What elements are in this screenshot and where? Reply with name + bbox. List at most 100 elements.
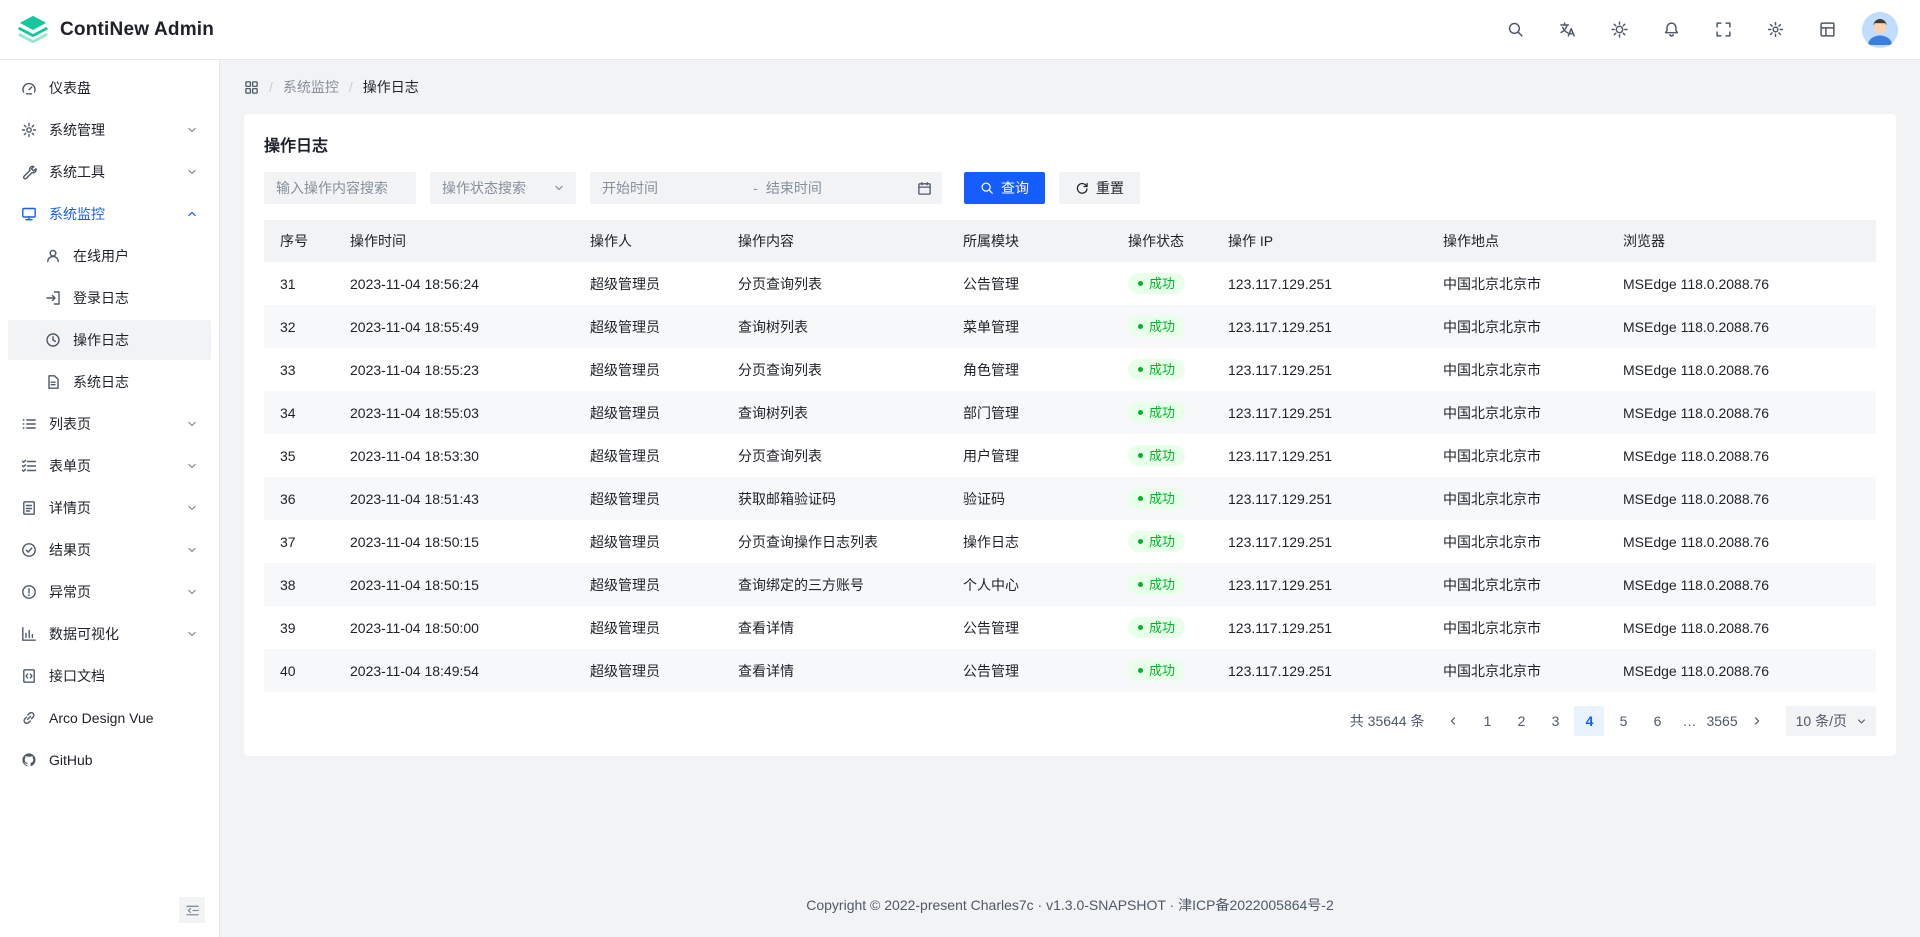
col-header-time: 操作时间 bbox=[334, 220, 574, 262]
page-button-3[interactable]: 3 bbox=[1540, 706, 1570, 736]
sidebar-item-exception-page[interactable]: 异常页 bbox=[8, 572, 211, 612]
status-badge: 成功 bbox=[1128, 617, 1185, 638]
search-button-header[interactable] bbox=[1498, 13, 1532, 47]
breadcrumb-section[interactable]: 系统监控 bbox=[283, 77, 339, 97]
cell-ip: 123.117.129.251 bbox=[1212, 434, 1427, 477]
breadcrumb-separator: / bbox=[349, 79, 353, 95]
apps-icon[interactable] bbox=[244, 80, 259, 95]
main-layout: 仪表盘 系统管理 系统工具 系统监控 在线用户 bbox=[0, 60, 1920, 937]
page-button-last[interactable]: 3565 bbox=[1706, 706, 1737, 736]
sidebar-item-dashboard[interactable]: 仪表盘 bbox=[8, 68, 211, 108]
cell-module: 部门管理 bbox=[947, 391, 1112, 434]
sidebar-item-detail-page[interactable]: 详情页 bbox=[8, 488, 211, 528]
topbar-actions bbox=[1498, 12, 1898, 48]
sidebar-item-data-visualization[interactable]: 数据可视化 bbox=[8, 614, 211, 654]
cell-location: 中国北京北京市 bbox=[1427, 262, 1607, 305]
cell-module: 操作日志 bbox=[947, 520, 1112, 563]
cell-time: 2023-11-04 18:50:15 bbox=[334, 563, 574, 606]
sidebar-item-arco-design[interactable]: Arco Design Vue bbox=[8, 698, 211, 738]
sidebar-item-system-management[interactable]: 系统管理 bbox=[8, 110, 211, 150]
theme-toggle-button[interactable] bbox=[1602, 13, 1636, 47]
collapse-sidebar-button[interactable] bbox=[179, 897, 205, 923]
status-badge: 成功 bbox=[1128, 359, 1185, 380]
page-button-6[interactable]: 6 bbox=[1642, 706, 1672, 736]
cell-operator: 超级管理员 bbox=[574, 391, 722, 434]
cell-content: 分页查询列表 bbox=[722, 348, 947, 391]
bar-chart-icon bbox=[20, 626, 37, 643]
cell-browser: MSEdge 118.0.2088.76 bbox=[1607, 520, 1876, 563]
menu-fold-icon bbox=[185, 903, 200, 918]
cell-browser: MSEdge 118.0.2088.76 bbox=[1607, 305, 1876, 348]
settings-button[interactable] bbox=[1758, 13, 1792, 47]
fullscreen-button[interactable] bbox=[1706, 13, 1740, 47]
sidebar-item-system-monitor[interactable]: 系统监控 bbox=[8, 194, 211, 234]
sidebar-item-system-log[interactable]: 系统日志 bbox=[8, 362, 211, 402]
cell-content: 查询树列表 bbox=[722, 305, 947, 348]
reset-button[interactable]: 重置 bbox=[1059, 172, 1140, 204]
sidebar-item-operation-log[interactable]: 操作日志 bbox=[8, 320, 211, 360]
cell-operator: 超级管理员 bbox=[574, 649, 722, 692]
sidebar-item-list-page[interactable]: 列表页 bbox=[8, 404, 211, 444]
user-avatar[interactable] bbox=[1862, 12, 1898, 48]
logo-icon bbox=[16, 13, 50, 47]
status-dot-icon bbox=[1138, 367, 1143, 372]
page-size-select[interactable]: 10 条/页 bbox=[1786, 706, 1876, 736]
cell-id: 40 bbox=[264, 649, 334, 692]
document-icon bbox=[20, 500, 37, 517]
cell-module: 角色管理 bbox=[947, 348, 1112, 391]
page-button-1[interactable]: 1 bbox=[1472, 706, 1502, 736]
translate-icon bbox=[1559, 21, 1576, 38]
sidebar-item-github[interactable]: GitHub bbox=[8, 740, 211, 780]
cell-id: 33 bbox=[264, 348, 334, 391]
chevron-down-icon bbox=[552, 181, 566, 195]
cell-content: 分页查询列表 bbox=[722, 262, 947, 305]
sidebar-item-online-users[interactable]: 在线用户 bbox=[8, 236, 211, 276]
prev-page-button[interactable] bbox=[1438, 706, 1468, 736]
cell-operator: 超级管理员 bbox=[574, 434, 722, 477]
sidebar-item-system-tools[interactable]: 系统工具 bbox=[8, 152, 211, 192]
cell-operator: 超级管理员 bbox=[574, 477, 722, 520]
cell-status: 成功 bbox=[1112, 649, 1212, 692]
app-title: ContiNew Admin bbox=[60, 19, 214, 41]
page-button-5[interactable]: 5 bbox=[1608, 706, 1638, 736]
cell-time: 2023-11-04 18:55:23 bbox=[334, 348, 574, 391]
cell-module: 个人中心 bbox=[947, 563, 1112, 606]
cell-location: 中国北京北京市 bbox=[1427, 305, 1607, 348]
sidebar-item-login-log[interactable]: 登录日志 bbox=[8, 278, 211, 318]
date-range-picker[interactable]: 开始时间 - 结束时间 bbox=[590, 172, 942, 204]
sun-icon bbox=[1611, 21, 1628, 38]
notifications-button[interactable] bbox=[1654, 13, 1688, 47]
list-icon bbox=[20, 416, 37, 433]
next-page-button[interactable] bbox=[1742, 706, 1772, 736]
calendar-icon bbox=[917, 181, 932, 196]
app-root: ContiNew Admin 仪表盘 系统管理 bbox=[0, 0, 1920, 937]
status-select[interactable]: 操作状态搜索 bbox=[430, 172, 576, 204]
page-button-4-active[interactable]: 4 bbox=[1574, 706, 1604, 736]
sidebar-item-api-doc[interactable]: 接口文档 bbox=[8, 656, 211, 696]
layout-grid-icon bbox=[1819, 21, 1836, 38]
cell-ip: 123.117.129.251 bbox=[1212, 649, 1427, 692]
api-doc-icon bbox=[20, 668, 37, 685]
cell-status: 成功 bbox=[1112, 391, 1212, 434]
table-row: 32 2023-11-04 18:55:49 超级管理员 查询树列表 菜单管理 … bbox=[264, 305, 1876, 348]
pagination-ellipsis[interactable]: … bbox=[1676, 713, 1702, 729]
system-monitor-submenu: 在线用户 登录日志 操作日志 系统日志 bbox=[0, 236, 219, 402]
status-dot-icon bbox=[1138, 496, 1143, 501]
search-icon bbox=[1507, 21, 1524, 38]
content-search-input[interactable] bbox=[264, 172, 416, 204]
pagination-total: 共 35644 条 bbox=[1350, 711, 1425, 731]
github-icon bbox=[20, 752, 37, 769]
layout-button[interactable] bbox=[1810, 13, 1844, 47]
translate-button[interactable] bbox=[1550, 13, 1584, 47]
table-row: 35 2023-11-04 18:53:30 超级管理员 分页查询列表 用户管理… bbox=[264, 434, 1876, 477]
table-header-row: 序号 操作时间 操作人 操作内容 所属模块 操作状态 操作 IP 操作地点 浏览… bbox=[264, 220, 1876, 262]
cell-module: 公告管理 bbox=[947, 262, 1112, 305]
sidebar-item-form-page[interactable]: 表单页 bbox=[8, 446, 211, 486]
sidebar-item-result-page[interactable]: 结果页 bbox=[8, 530, 211, 570]
pagination: 共 35644 条 1 2 3 4 5 6 … 3565 10 条/页 bbox=[264, 706, 1876, 736]
app-logo[interactable]: ContiNew Admin bbox=[16, 13, 214, 47]
avatar-image bbox=[1862, 12, 1898, 48]
search-button[interactable]: 查询 bbox=[964, 172, 1045, 204]
gear-icon bbox=[1767, 21, 1784, 38]
page-button-2[interactable]: 2 bbox=[1506, 706, 1536, 736]
